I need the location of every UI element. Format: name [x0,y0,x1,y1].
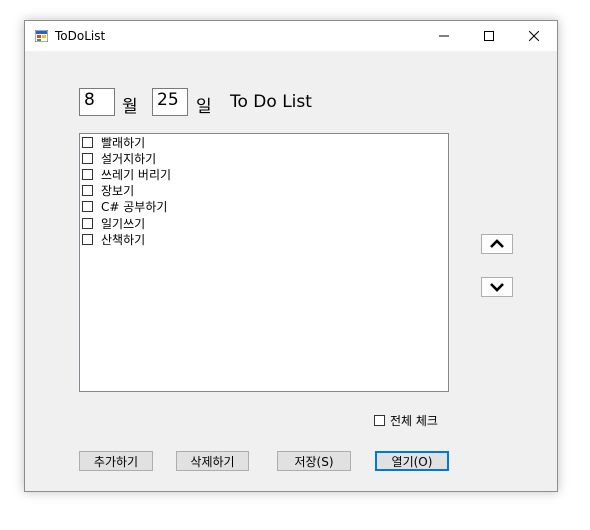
add-button[interactable]: 추가하기 [79,451,153,471]
list-item[interactable]: 장보기 [80,183,448,199]
delete-button[interactable]: 삭제하기 [176,451,249,471]
day-label: 일 [196,97,212,117]
open-button[interactable]: 열기(O) [375,451,449,471]
maximize-icon [483,31,494,41]
close-button[interactable] [511,21,556,51]
chevron-down-icon [490,283,504,292]
item-label: 일기쓰기 [101,216,146,231]
item-label: 설거지하기 [101,151,157,166]
item-label: 쓰레기 버리기 [101,167,172,182]
todolist-window: ToDoList 8 월 25 일 To Do List 빨래하기 설거지하기 쓰레… [24,20,558,492]
list-item[interactable]: C# 공부하기 [80,199,448,215]
item-checkbox[interactable] [82,185,93,197]
item-checkbox[interactable] [82,136,93,148]
item-checkbox[interactable] [82,152,93,164]
list-item[interactable]: 설거지하기 [80,150,448,166]
item-checkbox[interactable] [82,233,93,245]
todo-checked-listbox[interactable]: 빨래하기 설거지하기 쓰레기 버리기장보기 C# 공부하기 일기쓰기 산책하기 [79,133,449,392]
list-item[interactable]: 산책하기 [80,231,448,247]
list-item[interactable]: 쓰레기 버리기 [80,166,448,182]
item-label: 장보기 [101,184,135,199]
check-all-label: 전체 체크 [390,414,438,428]
list-heading: To Do List [230,92,312,112]
title-bar[interactable]: ToDoList [25,21,557,51]
minimize-icon [438,35,449,37]
item-checkbox[interactable] [82,168,93,180]
item-checkbox[interactable] [82,201,93,213]
move-down-button[interactable] [481,277,513,297]
item-label: 산책하기 [101,232,146,247]
list-item[interactable]: 빨래하기 [80,134,448,150]
close-icon [528,31,539,41]
list-item[interactable]: 일기쓰기 [80,215,448,231]
window-title: ToDoList [55,29,106,43]
item-label: 빨래하기 [101,135,146,150]
chevron-up-icon [490,239,504,248]
move-up-button[interactable] [481,234,513,254]
checkbox-box[interactable] [374,415,385,426]
day-input[interactable]: 25 [152,88,188,116]
item-label: C# 공부하기 [101,200,168,215]
month-input[interactable]: 8 [79,88,115,116]
item-checkbox[interactable] [82,217,93,229]
check-all-checkbox[interactable]: 전체 체크 [374,412,438,429]
month-label: 월 [122,97,138,117]
maximize-button[interactable] [466,21,511,51]
app-icon [35,30,48,42]
save-button[interactable]: 저장(S) [277,451,351,471]
minimize-button[interactable] [421,21,466,51]
